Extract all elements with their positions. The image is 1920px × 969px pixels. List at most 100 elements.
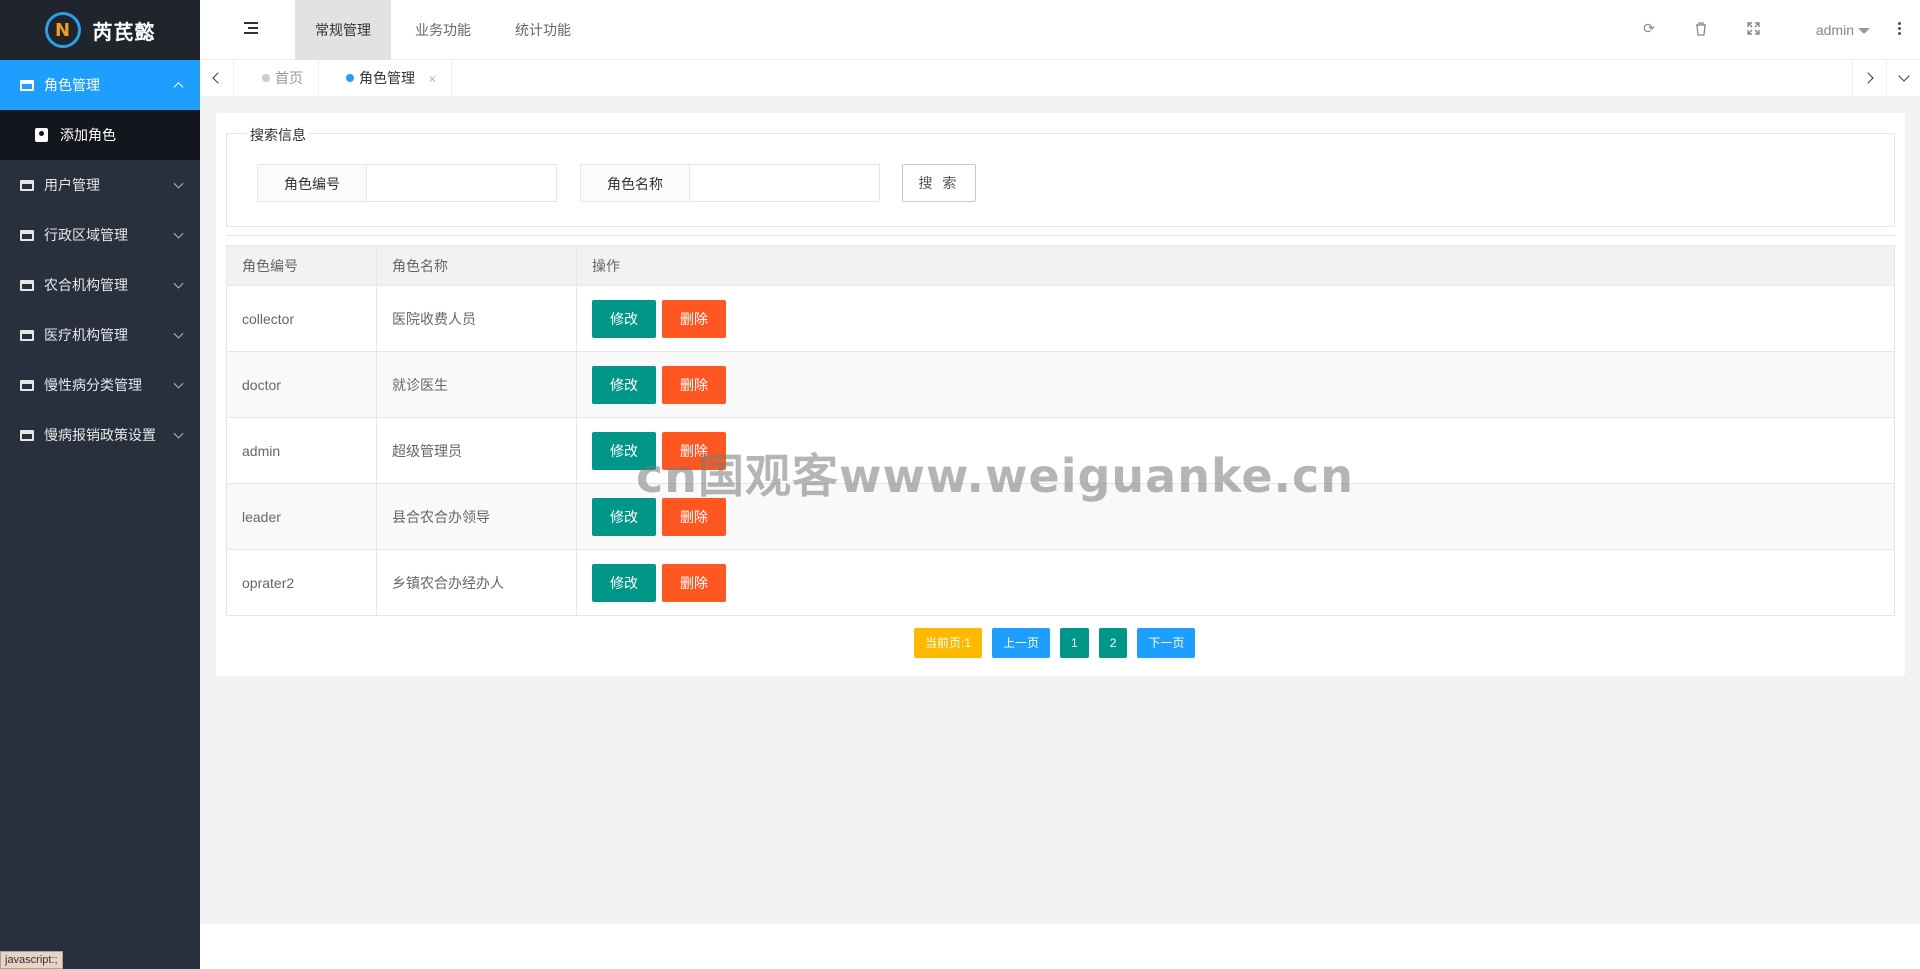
sidebar-item-user-management[interactable]: 用户管理 [0, 160, 200, 210]
cell-role-name: 乡镇农合办经办人 [376, 549, 577, 616]
chevron-down-icon [173, 378, 184, 389]
sidebar: N 芮芪懿 角色管理 添加角色 用户管理 行政区域管理 农合机构管理 医疗机构管… [0, 0, 200, 969]
tab-regular-management[interactable]: 常规管理 [295, 0, 391, 60]
tabs-scroll-left-button[interactable] [200, 60, 234, 96]
sidebar-item-role-management[interactable]: 角色管理 [0, 60, 200, 110]
tab-business-functions[interactable]: 业务功能 [395, 0, 491, 60]
cell-role-name: 就诊医生 [376, 351, 577, 418]
table-row: collector 医院收费人员 修改 删除 [226, 285, 1895, 352]
sidebar-subitem-add-role[interactable]: 添加角色 [0, 110, 200, 160]
sidebar-item-label: 农合机构管理 [44, 277, 128, 293]
sidebar-item-label: 行政区域管理 [44, 227, 128, 243]
sidebar-item-label: 用户管理 [44, 177, 100, 193]
contact-card-icon [35, 128, 48, 142]
app-name: 芮芪懿 [92, 21, 156, 44]
search-button[interactable]: 搜 索 [902, 164, 976, 202]
pager-current-page: 当前页:1 [914, 628, 983, 658]
column-header-role-name: 角色名称 [376, 245, 577, 286]
sidebar-item-chronic-category-management[interactable]: 慢性病分类管理 [0, 360, 200, 410]
cell-role-id: leader [226, 483, 377, 550]
chevron-down-icon [173, 428, 184, 439]
trash-icon[interactable] [1694, 22, 1708, 36]
role-name-input[interactable] [690, 164, 880, 202]
more-vertical-icon[interactable] [1898, 22, 1902, 36]
column-header-actions: 操作 [576, 245, 1895, 286]
tab-statistics-functions[interactable]: 统计功能 [495, 0, 591, 60]
chevron-up-icon [173, 82, 184, 93]
window-icon [20, 279, 34, 291]
delete-button[interactable]: 删除 [662, 299, 726, 338]
window-icon [20, 429, 34, 441]
search-legend: 搜索信息 [247, 125, 309, 145]
window-icon [20, 229, 34, 241]
pager-page-1[interactable]: 1 [1060, 628, 1089, 658]
sidebar-item-label: 角色管理 [44, 77, 100, 93]
sidebar-subitem-label: 添加角色 [60, 127, 116, 143]
role-name-label: 角色名称 [580, 164, 690, 202]
cell-actions: 修改 删除 [576, 285, 1895, 352]
logo[interactable]: N 芮芪懿 [0, 0, 200, 60]
column-header-role-id: 角色编号 [226, 245, 377, 286]
chevron-down-icon [1897, 70, 1910, 82]
window-icon [20, 179, 34, 191]
logo-mark-letter: N [54, 19, 71, 41]
cell-role-id: collector [226, 285, 377, 352]
tabs-scroll-right-button[interactable] [1852, 60, 1886, 96]
page-tab-home[interactable]: 首页 [247, 60, 319, 96]
table-row: doctor 就诊医生 修改 删除 [226, 351, 1895, 418]
role-name-field: 角色名称 [580, 164, 880, 202]
pager-page-2[interactable]: 2 [1098, 628, 1128, 658]
chevron-down-icon [173, 178, 184, 189]
sidebar-item-label: 慢病报销政策设置 [44, 427, 156, 443]
sidebar-item-reimbursement-policy[interactable]: 慢病报销政策设置 [0, 410, 200, 460]
menu-toggle-icon[interactable] [244, 22, 258, 34]
edit-button[interactable]: 修改 [592, 563, 656, 602]
edit-button[interactable]: 修改 [592, 299, 656, 338]
page-tab-label: 首页 [275, 70, 303, 86]
cell-role-id: admin [226, 417, 377, 484]
watermark: cn国观客www.weiguanke.cn [636, 449, 1355, 503]
table-header-row: 角色编号 角色名称 操作 [226, 245, 1895, 286]
pager-prev-button[interactable]: 上一页 [992, 628, 1051, 658]
chevron-down-icon [173, 328, 184, 339]
close-icon[interactable]: × [429, 72, 436, 86]
page-tabbar: 首页 角色管理 × [200, 60, 1920, 97]
top-header: 常规管理 业务功能 统计功能 ⟳ admin [200, 0, 1920, 60]
table-row: oprater2 乡镇农合办经办人 修改 删除 [226, 549, 1895, 616]
role-table: 角色编号 角色名称 操作 collector 医院收费人员 修改 删除 docto… [226, 245, 1895, 616]
role-id-field: 角色编号 [257, 164, 557, 202]
tab-dot-icon [262, 74, 270, 82]
refresh-icon[interactable]: ⟳ [1642, 22, 1656, 36]
chevron-down-icon [173, 228, 184, 239]
cell-actions: 修改 删除 [576, 351, 1895, 418]
sidebar-item-ncms-org-management[interactable]: 农合机构管理 [0, 260, 200, 310]
user-menu[interactable]: admin [1816, 0, 1870, 60]
cell-role-name: 超级管理员 [376, 417, 577, 484]
cell-role-name: 县合农合办领导 [376, 483, 577, 550]
username: admin [1815, 22, 1854, 38]
main-content: 搜索信息 角色编号 角色名称 搜 索 角色编号 角色名称 操作 collecto… [200, 97, 1920, 924]
status-tooltip: javascript:; [0, 951, 63, 969]
sidebar-item-region-management[interactable]: 行政区域管理 [0, 210, 200, 260]
cell-role-id: oprater2 [226, 549, 377, 616]
delete-button[interactable]: 删除 [662, 563, 726, 602]
edit-button[interactable]: 修改 [592, 365, 656, 404]
fullscreen-icon[interactable] [1746, 22, 1760, 36]
tab-dot-icon [346, 74, 354, 82]
role-id-label: 角色编号 [257, 164, 367, 202]
tabs-dropdown-button[interactable] [1886, 60, 1920, 96]
page-tab-role-management[interactable]: 角色管理 × [331, 60, 452, 96]
cell-role-id: doctor [226, 351, 377, 418]
chevron-down-icon [173, 278, 184, 289]
sidebar-item-medical-org-management[interactable]: 医疗机构管理 [0, 310, 200, 360]
search-fieldset: 搜索信息 角色编号 角色名称 搜 索 [226, 125, 1895, 227]
logo-icon: N [44, 12, 81, 48]
sidebar-item-label: 慢性病分类管理 [44, 377, 142, 393]
chevron-right-icon [1862, 72, 1874, 84]
role-panel: 搜索信息 角色编号 角色名称 搜 索 角色编号 角色名称 操作 collecto… [216, 113, 1905, 676]
window-icon [20, 79, 34, 91]
role-id-input[interactable] [367, 164, 557, 202]
window-icon [20, 329, 34, 341]
delete-button[interactable]: 删除 [662, 365, 726, 404]
pager-next-button[interactable]: 下一页 [1137, 628, 1196, 658]
